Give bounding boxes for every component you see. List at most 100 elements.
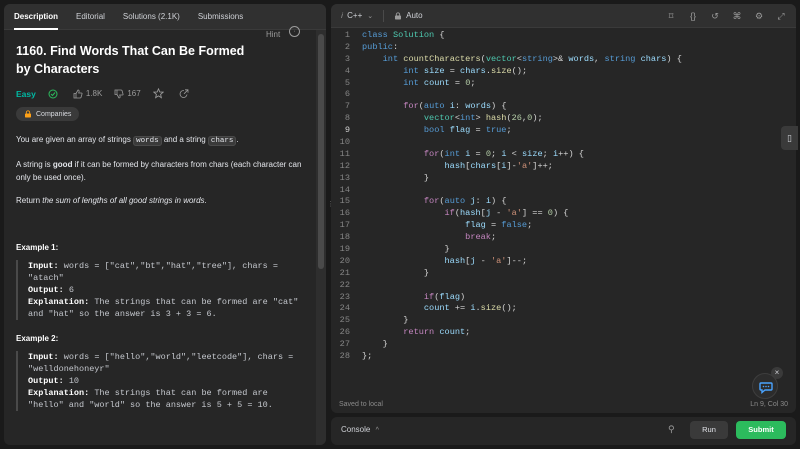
example-2-input-label: Input: (28, 352, 59, 362)
timer-icon[interactable]: · (289, 26, 300, 37)
autosave-label[interactable]: Auto (406, 11, 422, 20)
reset-icon[interactable]: ↺ (708, 9, 722, 23)
example-2-title: Example 2: (16, 334, 59, 343)
code-line[interactable]: 23 if(flag) (331, 292, 782, 304)
debug-bug-icon[interactable]: ⚲ (668, 424, 675, 435)
code-line[interactable]: 27 } (331, 339, 782, 351)
code-text: class Solution { (362, 30, 445, 40)
submit-button[interactable]: Submit (736, 421, 786, 439)
tab-description[interactable]: Description (14, 4, 59, 30)
line-number: 23 (339, 291, 350, 302)
notes-document-icon[interactable]: ▯ (781, 126, 798, 150)
code-text: for(auto j: i) { (423, 196, 507, 207)
code-text: hash[j - 'a']--; (444, 255, 528, 266)
favorite-star-icon[interactable] (152, 88, 167, 99)
line-number: 1 (344, 30, 350, 40)
shortcut-command-icon[interactable]: ⌘ (730, 9, 744, 23)
description-scrollbar[interactable] (316, 30, 326, 445)
desc1-end-text: . (236, 135, 239, 144)
code-line[interactable]: 2 public: (331, 42, 782, 54)
code-text: break; (465, 232, 497, 243)
example-2-input: words = ["hello","world","leetcode"], ch… (28, 352, 294, 374)
problem-tabs: Description Editorial Solutions (2.1K) S… (4, 4, 326, 30)
code-line[interactable]: 7 for(auto i: words) { (331, 101, 782, 113)
code-text: for(int i = 0; i < size; i++) { (423, 148, 584, 159)
line-number: 21 (339, 267, 350, 278)
console-label: Console (341, 425, 371, 434)
panel-resize-handle[interactable]: ⋮ (327, 200, 334, 216)
description-paragraph-2: A string is good if it can be formed by … (16, 158, 304, 184)
line-number: 6 (344, 89, 350, 100)
code-line[interactable]: 4 int size = chars.size(); (331, 66, 782, 78)
language-select[interactable]: C++ (347, 11, 362, 20)
code-line[interactable]: 28}; (331, 351, 782, 363)
tab-submissions[interactable]: Submissions (198, 4, 243, 30)
bookmark-icon[interactable]: ⌑ (664, 9, 678, 23)
line-number: 19 (339, 244, 350, 255)
companies-label: Companies (36, 110, 72, 118)
code-line[interactable]: 5 int count = 0; (331, 78, 782, 90)
chevron-up-icon: ^ (375, 427, 379, 434)
console-toggle[interactable]: Console ^ (341, 425, 379, 434)
code-line[interactable]: 8 vector<int> hash(26,0); (331, 113, 782, 125)
dislike-button[interactable]: 167 (114, 89, 141, 99)
thumbs-down-icon (114, 89, 124, 98)
tab-editorial[interactable]: Editorial (76, 4, 105, 30)
run-button[interactable]: Run (690, 421, 728, 439)
difficulty-badge: Easy (16, 88, 36, 99)
companies-tag[interactable]: Companies (16, 107, 80, 121)
desc3-end-text: . (204, 196, 207, 205)
braces-format-icon[interactable]: {} (686, 9, 700, 23)
line-number: 14 (339, 184, 350, 195)
line-number: 20 (339, 255, 350, 266)
code-line[interactable]: 20 hash[j - 'a']--; (331, 256, 782, 268)
code-area[interactable]: 1 class Solution { 2 public: 3 int countChar… (331, 30, 782, 393)
desc3-emphasis: the sum of lengths of all good strings i… (42, 196, 205, 205)
code-line[interactable]: 3 int countCharacters(vector<string>& wo… (331, 54, 782, 66)
code-line[interactable]: 22 (331, 280, 782, 292)
code-line[interactable]: 16 if(hash[j - 'a'] == 0) { (331, 208, 782, 220)
code-line[interactable]: 26 return count; (331, 327, 782, 339)
desc3-text: Return (16, 196, 43, 205)
example-2-output-label: Output: (28, 376, 64, 386)
code-line[interactable]: 14 (331, 185, 782, 197)
code-line[interactable]: 18 break; (331, 232, 782, 244)
tab-solutions[interactable]: Solutions (2.1K) (123, 4, 180, 30)
code-line[interactable]: 6 (331, 89, 782, 101)
code-text: int count = 0; (403, 77, 476, 88)
code-line[interactable]: 25 } (331, 315, 782, 327)
example-2-explanation-label: Explanation: (28, 388, 90, 398)
code-line[interactable]: 24 count += i.size(); (331, 303, 782, 315)
code-line[interactable]: 15 for(auto j: i) { (331, 196, 782, 208)
code-line[interactable]: 1 class Solution { (331, 30, 782, 42)
line-number: 27 (339, 339, 350, 350)
share-icon[interactable] (179, 88, 192, 99)
like-button[interactable]: 1.8K (73, 89, 102, 99)
code-line[interactable]: 12 hash[chars[i]-'a']++; (331, 161, 782, 173)
line-number: 28 (339, 351, 350, 362)
code-line[interactable]: 9 bool flag = true; (331, 125, 782, 137)
chevron-down-icon[interactable]: ⌄ (367, 12, 373, 20)
description-paragraph-3: Return the sum of lengths of all good st… (16, 194, 304, 207)
example-1-box: Input: words = ["cat","bt","hat","tree"]… (16, 260, 304, 320)
chat-assistant-button[interactable] (752, 373, 778, 399)
code-line[interactable]: 19 } (331, 244, 782, 256)
code-text: } (362, 244, 450, 255)
example-1-input-label: Input: (28, 261, 59, 271)
code-text: for(auto i: words) { (403, 101, 507, 112)
code-line[interactable]: 13 } (331, 173, 782, 185)
code-line[interactable]: 21 } (331, 268, 782, 280)
inline-code-chars: chars (207, 136, 237, 146)
description-paragraph-1: You are given an array of strings words … (16, 133, 304, 148)
thumbs-up-icon (73, 89, 83, 98)
code-line[interactable]: 10 (331, 137, 782, 149)
example-1-output: 6 (68, 285, 74, 295)
example-2-output: 10 (68, 376, 80, 386)
code-line[interactable]: 11 for(int i = 0; i < size; i++) { (331, 149, 782, 161)
code-line[interactable]: 17 flag = false; (331, 220, 782, 232)
settings-gear-icon[interactable]: ⚙ (752, 9, 766, 23)
fullscreen-icon[interactable]: ⤢ (774, 9, 788, 23)
scrollbar-thumb[interactable] (318, 34, 324, 269)
hint-button[interactable]: Hint (266, 30, 280, 39)
